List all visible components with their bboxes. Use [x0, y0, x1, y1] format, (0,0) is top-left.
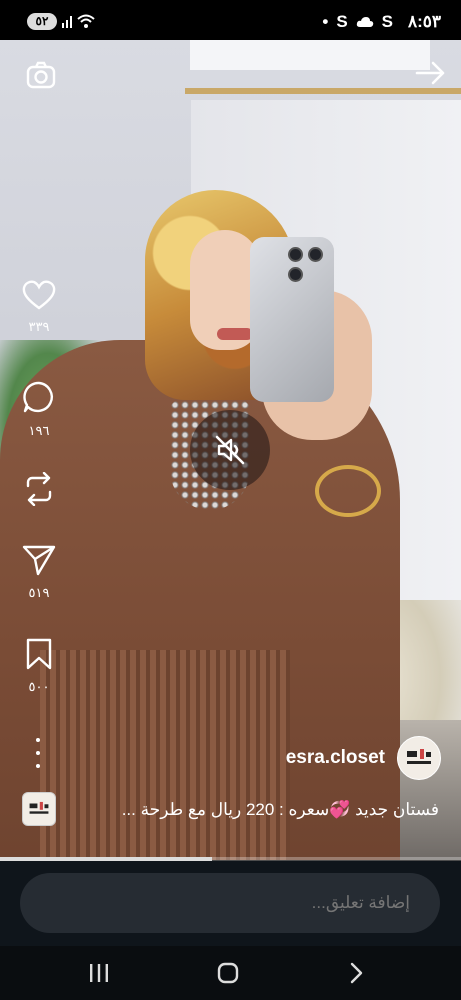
more-dot [36, 738, 40, 742]
wifi-icon [77, 14, 95, 28]
bracelet [315, 465, 381, 517]
store-logo-icon [29, 801, 49, 814]
like-button[interactable]: ٣٣٩ [14, 280, 64, 335]
save-count: ٥٠٠ [28, 679, 50, 694]
share-button[interactable]: ٥١٩ [14, 544, 64, 601]
mute-indicator[interactable] [190, 410, 270, 490]
like-count: ٣٣٩ [28, 319, 50, 334]
more-options-button[interactable] [32, 738, 44, 768]
bookmark-icon [26, 638, 52, 670]
back-button[interactable] [415, 58, 445, 88]
share-count: ٥١٩ [28, 585, 50, 600]
chevron-right-icon [350, 962, 363, 984]
back-nav-button[interactable] [336, 956, 376, 990]
signal-icon [62, 16, 72, 28]
avatar[interactable] [397, 736, 441, 780]
pleated-skirt [40, 650, 290, 860]
home-button[interactable] [208, 956, 248, 990]
lips [217, 328, 253, 340]
ceiling-light [190, 40, 430, 70]
notification-icons: • S S [322, 12, 393, 32]
recent-apps-button[interactable] [79, 956, 119, 990]
s-icon: S [336, 12, 348, 31]
repost-icon [26, 471, 52, 507]
send-icon [22, 545, 56, 576]
smartphone [250, 237, 334, 402]
audio-thumbnail[interactable] [22, 792, 56, 826]
curtain-rail [185, 88, 461, 94]
more-dot [36, 751, 40, 755]
recent-apps-icon [90, 964, 108, 982]
dot-icon: • [322, 12, 329, 31]
comment-input[interactable] [20, 873, 440, 933]
caption[interactable]: فستان جديد 💞سعره : 220 ريال مع طرحة ... [122, 800, 439, 820]
home-icon [217, 962, 239, 984]
comment-count: ١٩٦ [28, 423, 50, 438]
battery-indicator: ٥٢ [27, 13, 57, 30]
cloud-icon [356, 17, 373, 27]
username[interactable]: esra.closet [286, 747, 385, 769]
save-button[interactable]: ٥٠٠ [14, 638, 64, 695]
repost-button[interactable] [14, 471, 64, 511]
status-bar: ٥٢ • S S ٨:٥٣ [0, 0, 461, 40]
arrow-right-icon [415, 61, 445, 85]
s-icon: S [381, 12, 393, 31]
system-nav-bar [0, 946, 461, 1000]
clock: ٨:٥٣ [407, 12, 441, 31]
more-dot [36, 764, 40, 768]
camera-icon [26, 61, 56, 89]
camera-button[interactable] [24, 58, 58, 92]
comment-icon [23, 381, 53, 413]
author-row[interactable]: esra.closet [286, 736, 441, 780]
comment-button[interactable]: ١٩٦ [14, 380, 64, 439]
heart-icon [22, 280, 56, 310]
speaker-muted-icon [215, 435, 245, 465]
store-logo-icon [407, 749, 431, 764]
comment-bar [0, 861, 461, 946]
